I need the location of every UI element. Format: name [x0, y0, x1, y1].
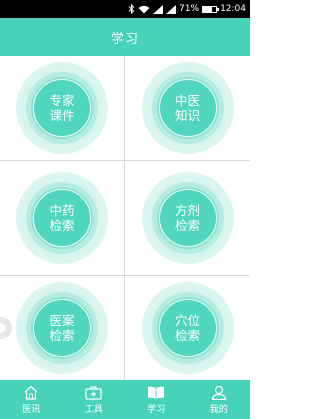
nav-item-news[interactable]: 医讯: [0, 380, 63, 419]
status-bar: 71% 12:04: [0, 0, 250, 18]
nav-label: 学习: [147, 404, 166, 415]
nav-label: 工具: [84, 404, 103, 415]
tile-halo: 穴位 检索: [141, 282, 234, 374]
person-icon: [211, 385, 227, 400]
app-header: 学习: [0, 18, 250, 56]
tile-herb-search[interactable]: 中药 检索: [0, 161, 124, 275]
tile-label: 中药 检索: [33, 189, 91, 247]
feature-grid: 专家 课件 中医 知识 中药 检索 方剂 检索 医案 检索 穴位 检索: [0, 56, 250, 380]
nav-label: 医讯: [22, 404, 41, 415]
tile-label: 方剂 检索: [158, 189, 217, 247]
tile-label: 中医 知识: [158, 79, 217, 137]
tile-formula-search[interactable]: 方剂 检索: [125, 161, 250, 275]
bluetooth-icon: [128, 4, 135, 14]
clock: 12:04: [220, 4, 246, 14]
bottom-nav: 医讯 工具 学习 我的: [0, 380, 250, 419]
signal-icon: [153, 4, 164, 14]
tile-halo: 专家 课件: [16, 62, 108, 154]
signal-icon: [166, 4, 177, 14]
tile-case-search[interactable]: 医案 检索: [0, 276, 124, 380]
battery-percent: 71%: [179, 4, 200, 14]
tile-label: 专家 课件: [33, 79, 91, 137]
tile-label: 穴位 检索: [158, 299, 217, 357]
tile-tcm-knowledge[interactable]: 中医 知识: [125, 56, 250, 160]
tile-halo: 医案 检索: [16, 282, 108, 374]
tile-expert-courseware[interactable]: 专家 课件: [0, 56, 124, 160]
medical-kit-icon: [85, 385, 102, 400]
tile-label: 医案 检索: [33, 299, 91, 357]
home-icon: [23, 385, 39, 400]
nav-item-study[interactable]: 学习: [125, 380, 188, 419]
nav-item-mine[interactable]: 我的: [188, 380, 251, 419]
tile-halo: 中医 知识: [141, 62, 234, 154]
wifi-icon: [138, 5, 150, 14]
tile-halo: 方剂 检索: [141, 172, 234, 264]
nav-label: 我的: [209, 404, 228, 415]
tile-acupoint-search[interactable]: 穴位 检索: [125, 276, 250, 380]
tile-halo: 中药 检索: [16, 172, 108, 264]
page-title: 学习: [110, 31, 139, 47]
nav-item-tools[interactable]: 工具: [63, 380, 126, 419]
book-icon: [147, 385, 165, 400]
battery-icon: [202, 5, 220, 13]
